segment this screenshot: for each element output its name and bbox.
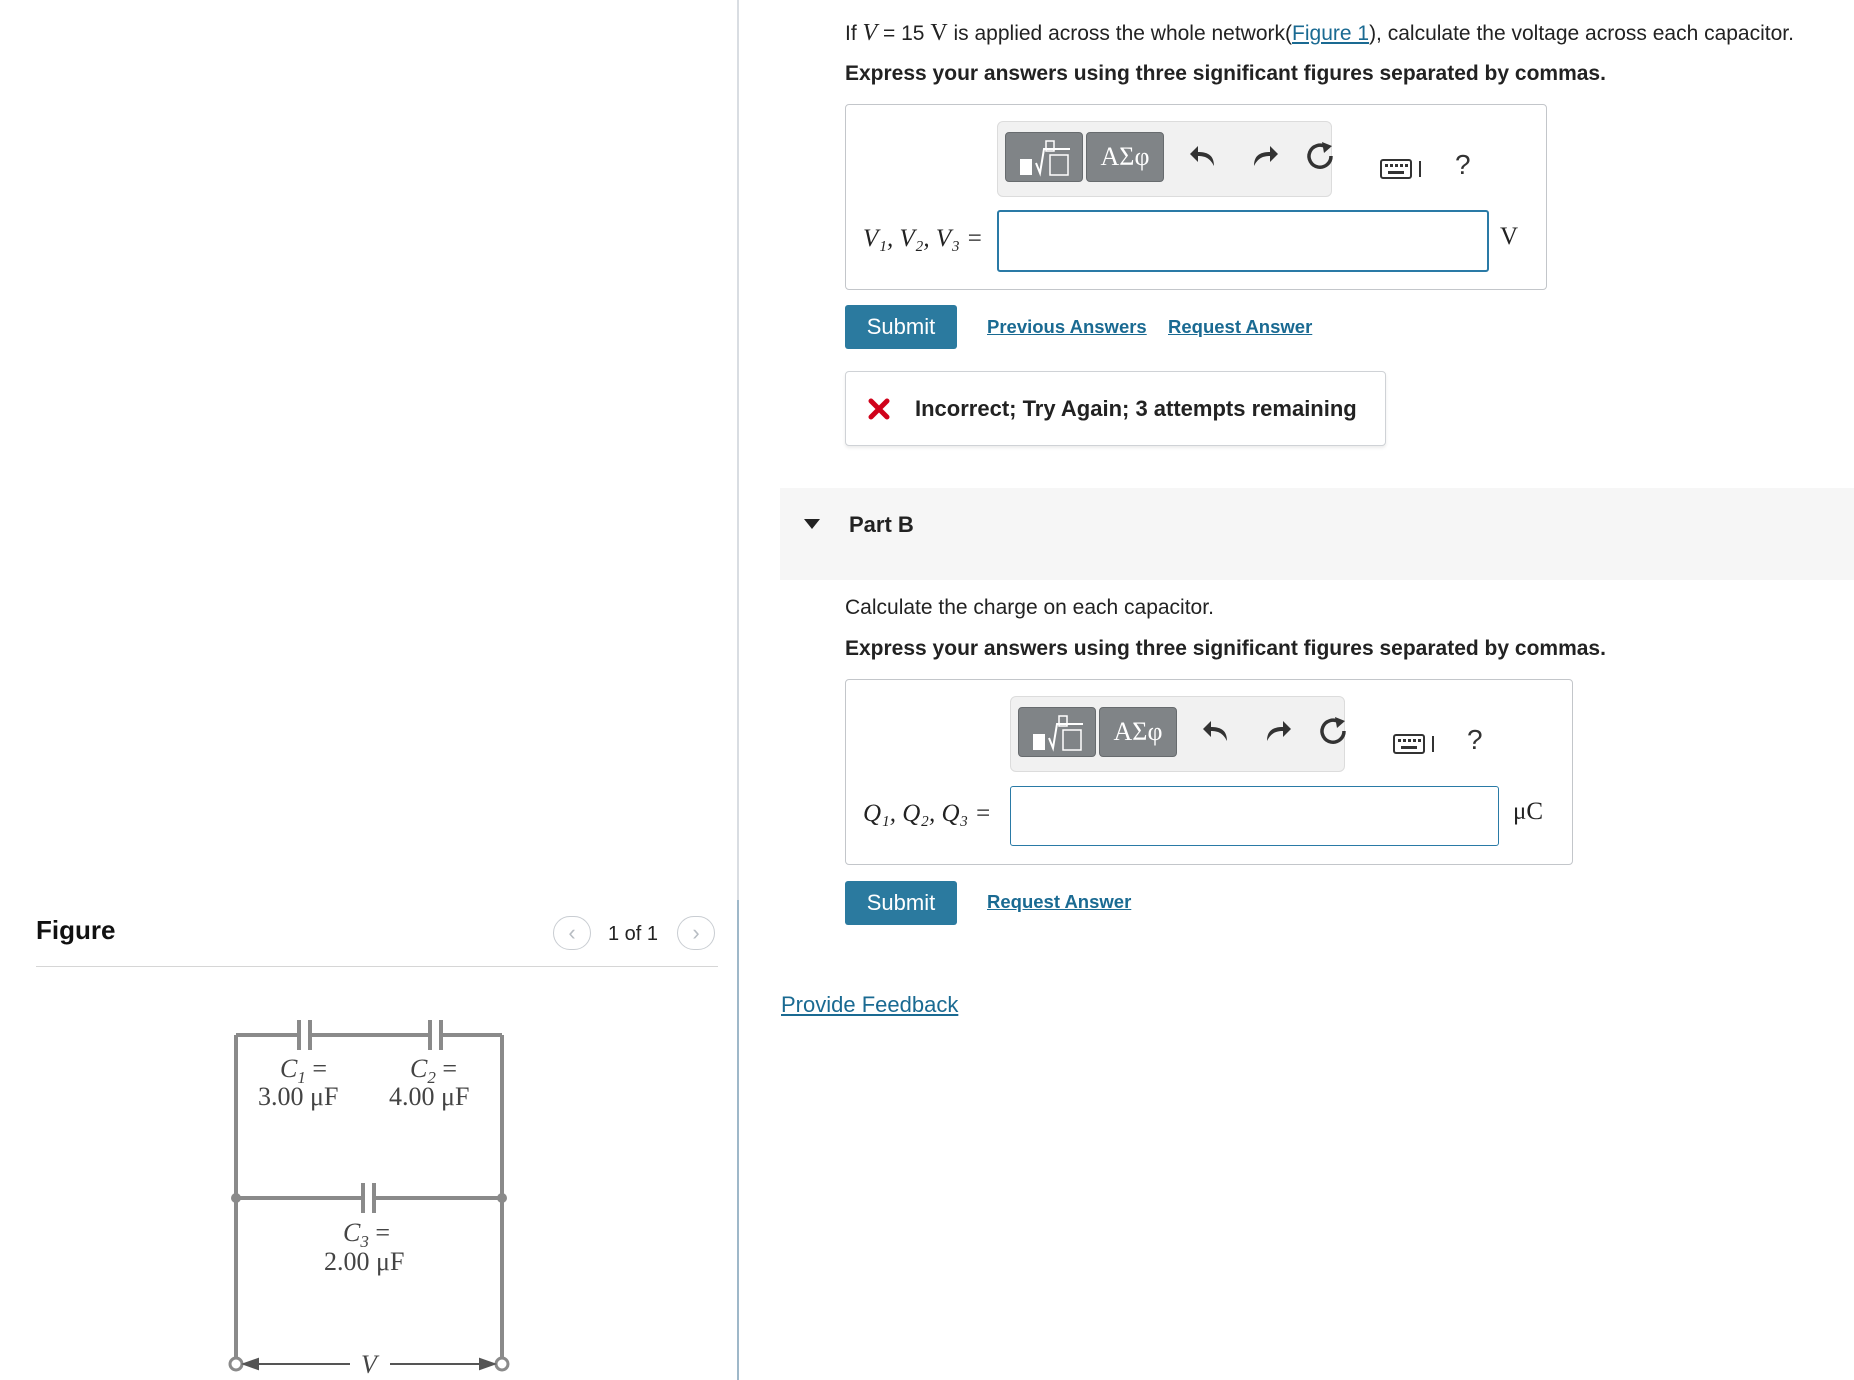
part-a-answer-unit: V bbox=[1500, 223, 1519, 250]
part-b-undo-button[interactable] bbox=[1201, 715, 1233, 751]
redo-icon bbox=[1267, 721, 1291, 741]
radical-template-icon bbox=[1033, 715, 1083, 752]
figure-prev-button[interactable]: ‹ bbox=[553, 916, 591, 950]
reset-icon bbox=[1307, 142, 1333, 169]
part-a-instruction: Express your answers using three signifi… bbox=[845, 62, 1606, 85]
capacitor-plates bbox=[297, 1020, 443, 1213]
part-a-answer-input[interactable] bbox=[997, 210, 1489, 272]
part-b-help-button[interactable]: ? bbox=[1467, 724, 1483, 756]
part-a-undo-button[interactable] bbox=[1188, 140, 1220, 176]
junction-left bbox=[231, 1193, 241, 1203]
part-b-templates-button[interactable] bbox=[1018, 707, 1096, 757]
undo-icon bbox=[1203, 721, 1227, 741]
part-a-keyboard-button[interactable] bbox=[1380, 157, 1426, 186]
part-a-feedback: Incorrect; Try Again; 3 attempts remaini… bbox=[845, 371, 1386, 446]
keyboard-icon bbox=[1380, 159, 1421, 179]
reset-icon bbox=[1320, 717, 1346, 744]
part-b-answer-label: Q₁, Q₂, Q₃ = bbox=[863, 800, 992, 827]
chevron-right-icon: › bbox=[692, 920, 700, 945]
c1-value-label: 3.00 μF bbox=[258, 1082, 338, 1111]
previous-answers-link[interactable]: Previous Answers bbox=[987, 316, 1147, 338]
panel-divider-accent bbox=[737, 900, 739, 1380]
part-b-redo-button[interactable] bbox=[1261, 715, 1293, 751]
keyboard-icon bbox=[1393, 734, 1434, 754]
part-b-answer-box: ΑΣφ ? Q₁, Q₂, Q₃ = μC bbox=[845, 679, 1573, 865]
part-b-title: Part B bbox=[849, 512, 914, 537]
provide-feedback-link[interactable]: Provide Feedback bbox=[781, 992, 958, 1018]
part-b-submit-button[interactable]: Submit bbox=[845, 881, 957, 925]
figure-next-button[interactable]: › bbox=[677, 916, 715, 950]
part-a-request-answer-link[interactable]: Request Answer bbox=[1168, 316, 1312, 338]
c3-value-label: 2.00 μF bbox=[324, 1247, 404, 1276]
part-a-greek-button[interactable]: ΑΣφ bbox=[1086, 132, 1164, 182]
part-b-greek-button[interactable]: ΑΣφ bbox=[1099, 707, 1177, 757]
part-a-prompt: If V = 15 V is applied across the whole … bbox=[845, 20, 1794, 46]
caret-down-icon[interactable] bbox=[802, 517, 822, 531]
part-a-redo-button[interactable] bbox=[1248, 140, 1280, 176]
part-a-answer-box: ΑΣφ ? V₁, V₂, V₃ = V bbox=[845, 104, 1547, 290]
part-b-answer-unit: μC bbox=[1513, 798, 1544, 825]
part-b-reset-button[interactable] bbox=[1317, 715, 1349, 751]
capacitor-circuit-diagram: C1 = 3.00 μF C2 = 4.00 μF C3 = 2.00 μF V bbox=[228, 1020, 510, 1379]
chevron-left-icon: ‹ bbox=[568, 920, 576, 945]
terminal-right bbox=[494, 1356, 510, 1372]
figure-title: Figure bbox=[36, 915, 116, 945]
part-b-instruction: Express your answers using three signifi… bbox=[845, 637, 1606, 660]
part-b-prompt: Calculate the charge on each capacitor. bbox=[845, 596, 1214, 619]
undo-icon bbox=[1190, 146, 1214, 166]
part-a-answer-label: V₁, V₂, V₃ = bbox=[863, 225, 984, 252]
part-a-submit-button[interactable]: Submit bbox=[845, 305, 957, 349]
part-b-header[interactable] bbox=[780, 488, 1854, 580]
terminal-left bbox=[228, 1356, 244, 1372]
part-b-request-answer-link[interactable]: Request Answer bbox=[987, 891, 1131, 913]
feedback-text: Incorrect; Try Again; 3 attempts remaini… bbox=[915, 396, 1357, 421]
figure-1-link[interactable]: Figure 1 bbox=[1292, 22, 1369, 45]
part-a-templates-button[interactable] bbox=[1005, 132, 1083, 182]
figure-page-count: 1 of 1 bbox=[608, 923, 659, 945]
part-b-math-toolbar: ΑΣφ bbox=[1010, 696, 1346, 772]
part-a-math-toolbar: ΑΣφ bbox=[997, 121, 1333, 197]
redo-icon bbox=[1254, 146, 1278, 166]
x-mark-icon bbox=[868, 398, 890, 420]
c2-value-label: 4.00 μF bbox=[389, 1082, 469, 1111]
source-voltage-label: V bbox=[361, 1350, 380, 1379]
radical-template-icon bbox=[1020, 140, 1070, 177]
part-a-help-button[interactable]: ? bbox=[1455, 149, 1471, 181]
junction-right bbox=[497, 1193, 507, 1203]
figure-divider bbox=[36, 966, 718, 967]
part-b-answer-input[interactable] bbox=[1010, 786, 1499, 846]
part-b-keyboard-button[interactable] bbox=[1393, 732, 1439, 761]
part-a-reset-button[interactable] bbox=[1304, 140, 1336, 176]
